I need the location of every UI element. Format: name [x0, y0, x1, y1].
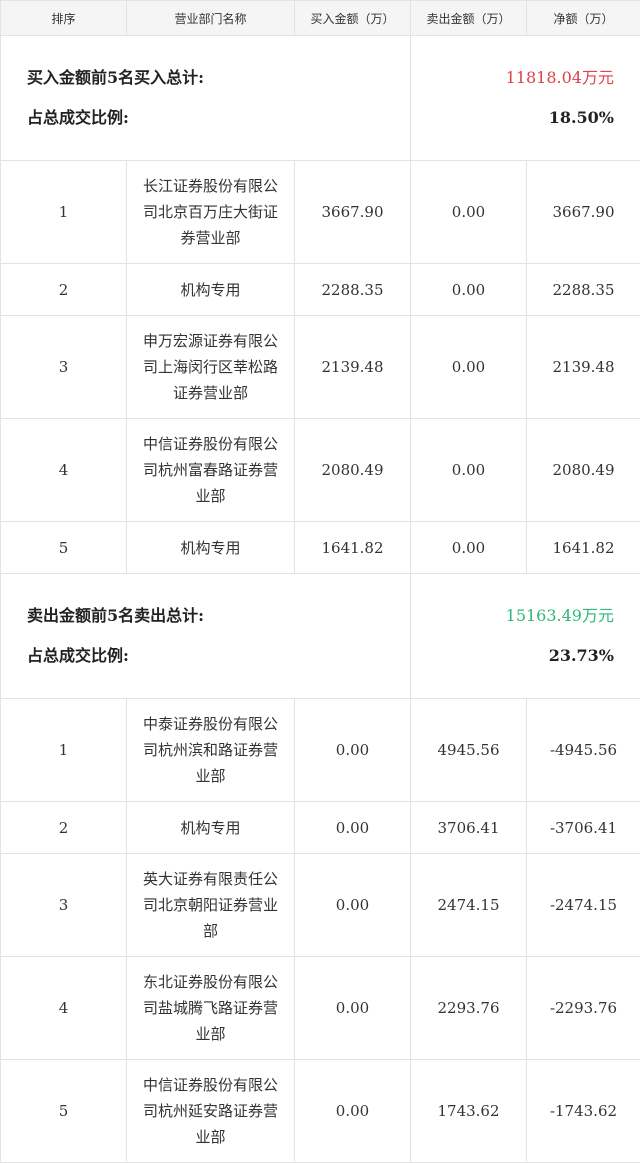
net-amount-cell: -3706.41 [527, 802, 640, 854]
rank-cell: 1 [1, 699, 127, 802]
sell-amount-cell: 4945.56 [411, 699, 527, 802]
buy-total-value: 11818.04万元 [411, 58, 614, 98]
rank-cell: 4 [1, 419, 127, 522]
table-row: 4 东北证券股份有限公司盐城腾飞路证券营业部 0.00 2293.76 -229… [1, 957, 640, 1060]
table-row: 2 机构专用 2288.35 0.00 2288.35 [1, 264, 640, 316]
net-amount-cell: -1743.62 [527, 1060, 640, 1163]
header-net-amount: 净额（万） [527, 1, 640, 36]
net-amount-cell: -2293.76 [527, 957, 640, 1060]
branch-name-cell: 英大证券有限责任公司北京朝阳证券营业部 [127, 854, 295, 957]
rank-cell: 5 [1, 1060, 127, 1163]
table-row: 3 申万宏源证券有限公司上海闵行区莘松路证券营业部 2139.48 0.00 2… [1, 316, 640, 419]
rank-cell: 2 [1, 264, 127, 316]
branch-name-cell: 中信证券股份有限公司杭州延安路证券营业部 [127, 1060, 295, 1163]
buy-amount-cell: 2139.48 [295, 316, 411, 419]
net-amount-cell: -2474.15 [527, 854, 640, 957]
buy-total-label: 买入金额前5名买入总计: [27, 58, 410, 98]
sell-amount-cell: 0.00 [411, 264, 527, 316]
buy-amount-cell: 1641.82 [295, 522, 411, 574]
buy-amount-cell: 0.00 [295, 957, 411, 1060]
dragon-tiger-table: 排序 营业部门名称 买入金额（万） 卖出金额（万） 净额（万） 买入金额前5名买… [0, 0, 640, 1163]
net-amount-cell: 2139.48 [527, 316, 640, 419]
table-header-row: 排序 营业部门名称 买入金额（万） 卖出金额（万） 净额（万） [1, 1, 640, 36]
rank-cell: 3 [1, 316, 127, 419]
sell-amount-cell: 2474.15 [411, 854, 527, 957]
branch-name-cell: 中信证券股份有限公司杭州富春路证券营业部 [127, 419, 295, 522]
branch-name-cell: 机构专用 [127, 522, 295, 574]
net-amount-cell: 2080.49 [527, 419, 640, 522]
sell-summary-row: 卖出金额前5名卖出总计: 占总成交比例: 15163.49万元 23.73% [1, 574, 640, 699]
rank-cell: 1 [1, 161, 127, 264]
sell-amount-cell: 1743.62 [411, 1060, 527, 1163]
sell-summary-labels: 卖出金额前5名卖出总计: 占总成交比例: [1, 574, 411, 699]
buy-amount-cell: 0.00 [295, 802, 411, 854]
header-rank: 排序 [1, 1, 127, 36]
branch-name-cell: 机构专用 [127, 264, 295, 316]
sell-amount-cell: 0.00 [411, 316, 527, 419]
buy-amount-cell: 0.00 [295, 699, 411, 802]
net-amount-cell: 2288.35 [527, 264, 640, 316]
branch-name-cell: 长江证券股份有限公司北京百万庄大街证券营业部 [127, 161, 295, 264]
branch-name-cell: 中泰证券股份有限公司杭州滨和路证券营业部 [127, 699, 295, 802]
branch-name-cell: 东北证券股份有限公司盐城腾飞路证券营业部 [127, 957, 295, 1060]
branch-name-cell: 申万宏源证券有限公司上海闵行区莘松路证券营业部 [127, 316, 295, 419]
buy-summary-row: 买入金额前5名买入总计: 占总成交比例: 11818.04万元 18.50% [1, 36, 640, 161]
net-amount-cell: 1641.82 [527, 522, 640, 574]
branch-name-cell: 机构专用 [127, 802, 295, 854]
table-row: 1 中泰证券股份有限公司杭州滨和路证券营业部 0.00 4945.56 -494… [1, 699, 640, 802]
table-row: 4 中信证券股份有限公司杭州富春路证券营业部 2080.49 0.00 2080… [1, 419, 640, 522]
sell-total-label: 卖出金额前5名卖出总计: [27, 596, 410, 636]
buy-amount-cell: 0.00 [295, 854, 411, 957]
sell-amount-cell: 0.00 [411, 419, 527, 522]
rank-cell: 2 [1, 802, 127, 854]
table-row: 5 机构专用 1641.82 0.00 1641.82 [1, 522, 640, 574]
buy-amount-cell: 0.00 [295, 1060, 411, 1163]
buy-ratio-value: 18.50% [411, 98, 614, 138]
rank-cell: 4 [1, 957, 127, 1060]
sell-summary-values: 15163.49万元 23.73% [411, 574, 640, 699]
buy-amount-cell: 2080.49 [295, 419, 411, 522]
header-branch-name: 营业部门名称 [127, 1, 295, 36]
net-amount-cell: -4945.56 [527, 699, 640, 802]
rank-cell: 5 [1, 522, 127, 574]
header-sell-amount: 卖出金额（万） [411, 1, 527, 36]
sell-total-value: 15163.49万元 [411, 596, 614, 636]
table-row: 5 中信证券股份有限公司杭州延安路证券营业部 0.00 1743.62 -174… [1, 1060, 640, 1163]
sell-ratio-label: 占总成交比例: [27, 636, 410, 676]
net-amount-cell: 3667.90 [527, 161, 640, 264]
header-buy-amount: 买入金额（万） [295, 1, 411, 36]
buy-amount-cell: 2288.35 [295, 264, 411, 316]
table-row: 3 英大证券有限责任公司北京朝阳证券营业部 0.00 2474.15 -2474… [1, 854, 640, 957]
buy-amount-cell: 3667.90 [295, 161, 411, 264]
sell-amount-cell: 0.00 [411, 161, 527, 264]
buy-summary-values: 11818.04万元 18.50% [411, 36, 640, 161]
buy-summary-labels: 买入金额前5名买入总计: 占总成交比例: [1, 36, 411, 161]
sell-amount-cell: 2293.76 [411, 957, 527, 1060]
sell-amount-cell: 0.00 [411, 522, 527, 574]
rank-cell: 3 [1, 854, 127, 957]
table-row: 1 长江证券股份有限公司北京百万庄大街证券营业部 3667.90 0.00 36… [1, 161, 640, 264]
table-row: 2 机构专用 0.00 3706.41 -3706.41 [1, 802, 640, 854]
sell-ratio-value: 23.73% [411, 636, 614, 676]
sell-amount-cell: 3706.41 [411, 802, 527, 854]
buy-ratio-label: 占总成交比例: [27, 98, 410, 138]
